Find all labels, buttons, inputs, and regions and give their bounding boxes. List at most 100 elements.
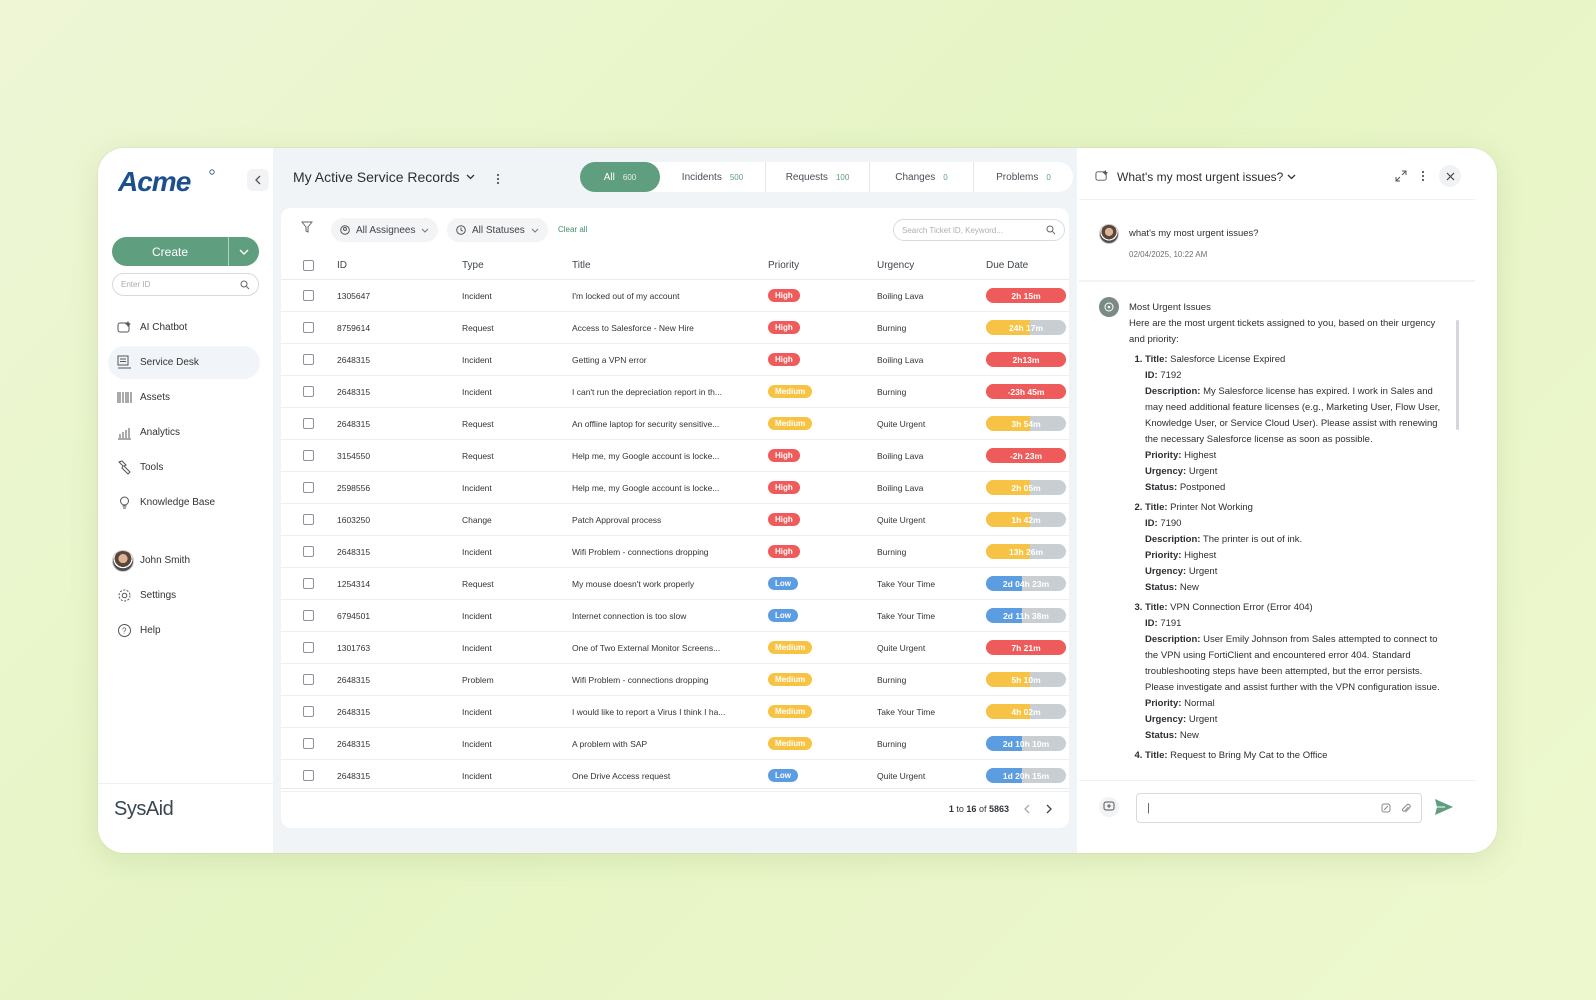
table-row[interactable]: 2648315 Request An offline laptop for secu…: [281, 408, 1069, 440]
column-header-priority[interactable]: Priority: [768, 260, 877, 271]
chat-message-input[interactable]: |: [1136, 793, 1422, 823]
cell-title[interactable]: One Drive Access request: [572, 771, 768, 781]
table-row[interactable]: 1301763 Incident One of Two External Monit…: [281, 632, 1069, 664]
sidebar-item-help[interactable]: ? Help: [108, 614, 260, 647]
table-row[interactable]: 3154550 Request Help me, my Google account…: [281, 440, 1069, 472]
label: Description:: [1145, 534, 1201, 545]
table-row[interactable]: 8759614 Request Access to Salesforce - New…: [281, 312, 1069, 344]
cell-title[interactable]: Wifi Problem - connections dropping: [572, 547, 768, 557]
create-button[interactable]: Create: [112, 237, 229, 266]
sidebar-item-assets[interactable]: Assets: [108, 381, 260, 414]
row-checkbox[interactable]: [302, 418, 314, 429]
previous-page-icon[interactable]: [1023, 804, 1031, 814]
statuses-filter[interactable]: All Statuses: [447, 218, 548, 242]
chat-title-dropdown[interactable]: What's my most urgent issues?: [1117, 170, 1296, 184]
column-header-type[interactable]: Type: [462, 260, 572, 271]
sidebar-item-analytics[interactable]: Analytics: [108, 416, 260, 449]
pagination: 1 to 16 of 5863: [281, 788, 1069, 828]
tab-all[interactable]: All 600: [580, 162, 660, 192]
clear-all-link[interactable]: Clear all: [558, 225, 587, 234]
table-row[interactable]: 1603250 Change Patch Approval process High Q…: [281, 504, 1069, 536]
cell-title[interactable]: I'm locked out of my account: [572, 291, 768, 301]
priority-badge: Low: [768, 609, 798, 622]
row-checkbox[interactable]: [302, 578, 314, 589]
row-checkbox[interactable]: [302, 354, 314, 365]
create-dropdown-button[interactable]: [229, 237, 259, 266]
sidebar-item-knowledge-base[interactable]: Knowledge Base: [108, 486, 260, 519]
row-checkbox[interactable]: [302, 610, 314, 621]
cell-title[interactable]: An offline laptop for security sensitive…: [572, 419, 768, 429]
table-row[interactable]: 2598556 Incident Help me, my Google accoun…: [281, 472, 1069, 504]
ticket-search-input[interactable]: Search Ticket ID, Keyword...: [893, 219, 1065, 241]
table-row[interactable]: 2648315 Incident A problem with SAP Medium B…: [281, 728, 1069, 760]
row-checkbox[interactable]: [302, 546, 314, 557]
row-checkbox[interactable]: [302, 770, 314, 781]
due-date-bar: 2h13m: [986, 352, 1066, 367]
sidebar-item-settings[interactable]: Settings: [108, 579, 260, 612]
table-row[interactable]: 2648315 Problem Wifi Problem - connections…: [281, 664, 1069, 696]
table-row[interactable]: 2648315 Incident I can't run the depreciat…: [281, 376, 1069, 408]
column-header-urgency[interactable]: Urgency: [877, 260, 986, 271]
sidebar-item-label: Knowledge Base: [140, 497, 216, 508]
row-checkbox[interactable]: [302, 450, 314, 461]
collapse-sidebar-button[interactable]: [247, 169, 269, 191]
cell-title[interactable]: One of Two External Monitor Screens...: [572, 643, 768, 653]
page-title-dropdown[interactable]: My Active Service Records: [293, 169, 475, 185]
tab-problems[interactable]: Problems 0: [974, 162, 1073, 192]
cell-title[interactable]: Access to Salesforce - New Hire: [572, 323, 768, 333]
table-row[interactable]: 1305647 Incident I'm locked out of my acco…: [281, 280, 1069, 312]
close-chat-button[interactable]: [1439, 165, 1461, 187]
chat-scrollbar[interactable]: [1456, 320, 1459, 430]
user-profile[interactable]: John Smith: [108, 544, 260, 577]
ticket-title: Request to Bring My Cat to the Office: [1170, 750, 1328, 761]
row-checkbox[interactable]: [302, 514, 314, 525]
cell-priority: Medium: [768, 417, 877, 430]
tab-changes[interactable]: Changes 0: [870, 162, 974, 192]
table-row[interactable]: 2648315 Incident I would like to report a …: [281, 696, 1069, 728]
table-row[interactable]: 6794501 Incident Internet connection is to…: [281, 600, 1069, 632]
screenshot-icon[interactable]: [1381, 803, 1391, 813]
row-checkbox[interactable]: [302, 674, 314, 685]
column-header-id[interactable]: ID: [335, 260, 462, 271]
tab-requests[interactable]: Requests 100: [766, 162, 870, 192]
row-checkbox[interactable]: [302, 322, 314, 333]
table-row[interactable]: 1254314 Request My mouse doesn't work prop…: [281, 568, 1069, 600]
column-header-title[interactable]: Title: [572, 260, 768, 271]
new-chat-button[interactable]: [1099, 797, 1119, 817]
attachment-icon[interactable]: [1401, 803, 1411, 814]
enter-id-field[interactable]: Enter ID: [112, 273, 259, 296]
cell-title[interactable]: Help me, my Google account is locke...: [572, 483, 768, 493]
expand-icon[interactable]: [1395, 170, 1407, 182]
sidebar-item-ai-chatbot[interactable]: AI Chatbot: [108, 311, 260, 344]
row-checkbox[interactable]: [302, 482, 314, 493]
sidebar-item-tools[interactable]: Tools: [108, 451, 260, 484]
user-avatar: [1099, 224, 1119, 244]
table-row[interactable]: 2648315 Incident Getting a VPN error High Bo…: [281, 344, 1069, 376]
cell-title[interactable]: My mouse doesn't work properly: [572, 579, 768, 589]
row-checkbox[interactable]: [302, 386, 314, 397]
filter-icon[interactable]: [301, 221, 313, 233]
tab-incidents[interactable]: Incidents 500: [660, 162, 766, 192]
assignees-filter[interactable]: All Assignees: [331, 218, 439, 242]
cell-title[interactable]: I would like to report a Virus I think I…: [572, 707, 768, 717]
cell-title[interactable]: Help me, my Google account is locke...: [572, 451, 768, 461]
more-options-button[interactable]: [492, 170, 504, 188]
cell-title[interactable]: Getting a VPN error: [572, 355, 768, 365]
cell-title[interactable]: I can't run the depreciation report in t…: [572, 387, 768, 397]
cell-title[interactable]: Internet connection is too slow: [572, 611, 768, 621]
kebab-menu-icon[interactable]: [1421, 170, 1425, 182]
row-checkbox[interactable]: [302, 738, 314, 749]
cell-type: Incident: [462, 770, 492, 781]
sidebar-item-service-desk[interactable]: Service Desk: [108, 346, 260, 379]
cell-title[interactable]: Patch Approval process: [572, 515, 768, 525]
row-checkbox[interactable]: [302, 642, 314, 653]
select-all-checkbox[interactable]: [302, 260, 314, 271]
row-checkbox[interactable]: [302, 706, 314, 717]
row-checkbox[interactable]: [302, 290, 314, 301]
table-row[interactable]: 2648315 Incident Wifi Problem - connection…: [281, 536, 1069, 568]
next-page-icon[interactable]: [1045, 804, 1053, 814]
send-icon[interactable]: [1434, 798, 1454, 816]
cell-title[interactable]: Wifi Problem - connections dropping: [572, 675, 768, 685]
cell-title[interactable]: A problem with SAP: [572, 739, 768, 749]
column-header-due-date[interactable]: Due Date: [986, 260, 1069, 271]
